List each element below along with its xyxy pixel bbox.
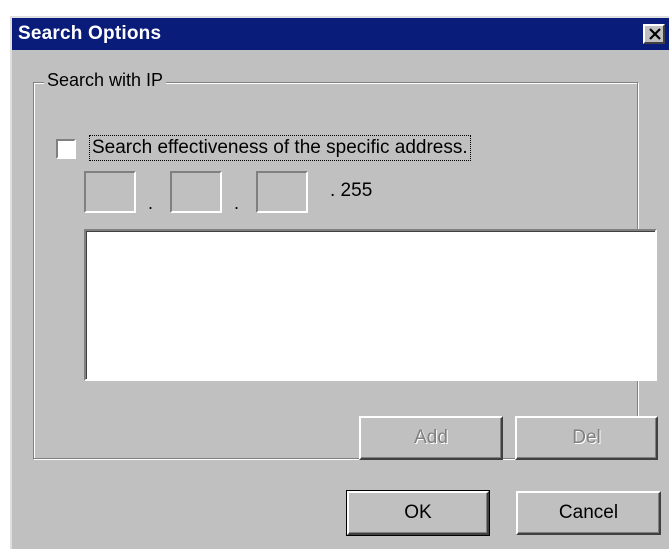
cancel-button[interactable]: Cancel: [516, 491, 661, 535]
ip-octet-1-input[interactable]: [84, 171, 136, 213]
close-button[interactable]: [643, 24, 665, 44]
search-with-ip-group: Search with IP Search effectiveness of t…: [33, 70, 658, 460]
ip-separator-1: .: [148, 193, 154, 213]
title-bar[interactable]: Search Options: [12, 18, 669, 50]
group-label: Search with IP: [44, 70, 167, 91]
search-specific-address-checkbox[interactable]: [56, 139, 76, 159]
close-icon: [649, 28, 661, 40]
del-button[interactable]: Del: [515, 416, 658, 460]
ip-last-octet: . 255: [330, 180, 373, 201]
ip-octet-2-input[interactable]: [170, 171, 222, 213]
ip-separator-2: .: [234, 193, 240, 213]
ok-button[interactable]: OK: [346, 490, 490, 536]
dialog-title: Search Options: [18, 23, 162, 44]
checkbox-label[interactable]: Search effectiveness of the specific add…: [89, 135, 471, 161]
search-options-dialog: Search Options Search with IP Search eff…: [10, 16, 669, 549]
ip-address-list[interactable]: [84, 229, 657, 381]
add-button[interactable]: Add: [359, 416, 503, 460]
ip-octet-3-input[interactable]: [256, 171, 308, 213]
